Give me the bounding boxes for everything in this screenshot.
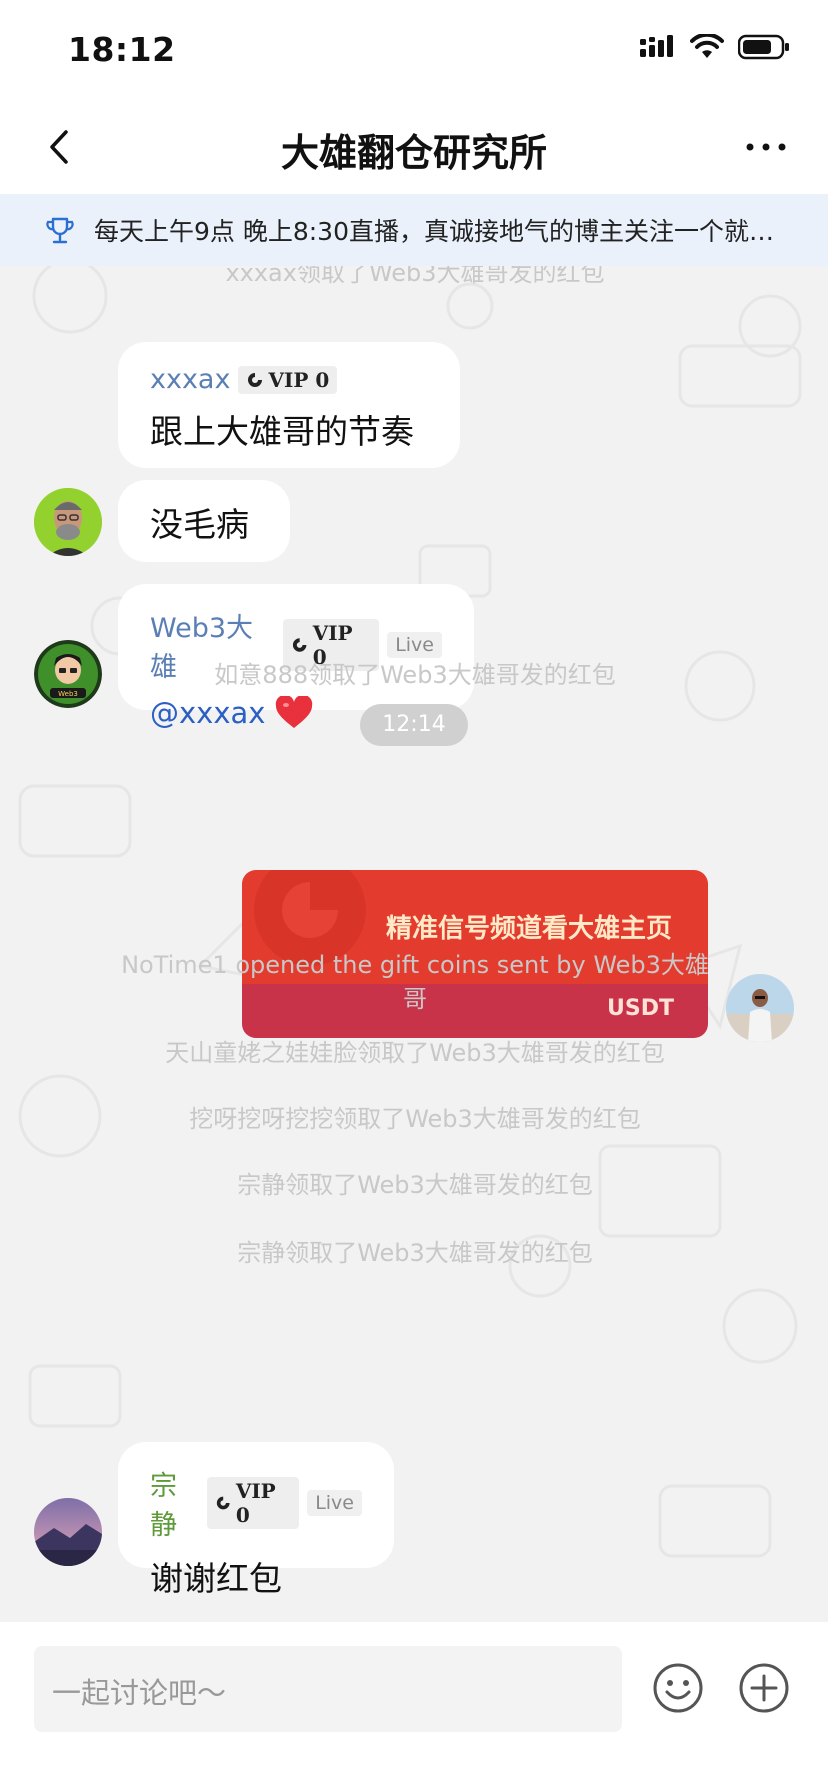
chat-area[interactable]: xxxax领取了Web3大雄哥发的红包 xxxax VIP 0 跟上大雄哥的节奏… xyxy=(0,266,828,1622)
avatar[interactable] xyxy=(34,1498,102,1566)
message-text: 没毛病 xyxy=(150,505,249,544)
vip-level: VIP 0 xyxy=(268,367,330,392)
message-bubble[interactable]: 没毛病 xyxy=(118,480,290,562)
vip-level: VIP 0 xyxy=(235,1479,276,1527)
signal-icon xyxy=(640,35,673,57)
emoji-icon[interactable] xyxy=(652,1662,704,1714)
system-message: NoTime1 opened the gift coins sent by We… xyxy=(121,951,709,1013)
heart-icon xyxy=(276,696,313,728)
input-placeholder: 一起讨论吧～ xyxy=(52,1676,227,1710)
live-badge[interactable]: Live xyxy=(307,1490,362,1516)
vip-logo-icon xyxy=(293,638,307,652)
status-bar: 18:12 xyxy=(0,0,828,100)
avatar-portrait-icon xyxy=(34,488,102,556)
avatar[interactable] xyxy=(34,488,102,556)
avatar-cartoon-icon: Web3 xyxy=(34,640,102,708)
sender-name[interactable]: xxxax xyxy=(150,364,230,395)
svg-text:Web3: Web3 xyxy=(58,690,78,698)
status-time: 18:12 xyxy=(68,30,176,69)
vip-logo-icon xyxy=(217,1496,230,1510)
announcement-bar[interactable]: 每天上午9点 晚上8:30直播，真诚接地气的博主关注一个就… xyxy=(0,194,828,266)
avatar-landscape-icon xyxy=(34,1498,102,1566)
sender-row: 宗静 VIP 0 Live xyxy=(150,1464,362,1542)
live-badge[interactable]: Live xyxy=(387,632,442,658)
red-packet-title: 精准信号频道看大雄主页 xyxy=(385,914,672,944)
mention-link[interactable]: @xxxax xyxy=(150,696,265,730)
system-message: 天山童姥之娃娃脸领取了Web3大雄哥发的红包 xyxy=(165,1039,665,1067)
system-message: 宗静领取了Web3大雄哥发的红包 xyxy=(237,1239,593,1267)
nav-bar: 大雄翻仓研究所 xyxy=(0,100,828,194)
message-bubble[interactable]: 宗静 VIP 0 Live 谢谢红包 xyxy=(118,1442,394,1598)
message-text: 谢谢红包 xyxy=(150,1559,282,1598)
sender-row: xxxax VIP 0 xyxy=(150,364,428,395)
system-message: 如意888领取了Web3大雄哥发的红包 xyxy=(214,661,616,689)
avatar-photo-icon xyxy=(726,974,794,1042)
vip-logo-icon xyxy=(248,372,263,387)
avatar[interactable]: Web3 xyxy=(34,640,102,708)
battery-icon xyxy=(738,34,789,60)
status-icons xyxy=(640,34,790,60)
system-message: 宗静领取了Web3大雄哥发的红包 xyxy=(237,1171,593,1199)
input-bar: 一起讨论吧～ xyxy=(0,1622,828,1792)
announcement-text: 每天上午9点 晚上8:30直播，真诚接地气的博主关注一个就… xyxy=(94,217,774,246)
message-bubble[interactable]: xxxax VIP 0 跟上大雄哥的节奏 xyxy=(118,342,460,468)
add-icon[interactable] xyxy=(738,1662,790,1714)
message-text: 跟上大雄哥的节奏 xyxy=(150,412,414,451)
vip-badge: VIP 0 xyxy=(207,1477,300,1529)
sender-name[interactable]: 宗静 xyxy=(150,1464,199,1542)
vip-badge: VIP 0 xyxy=(238,365,338,394)
system-message: 挖呀挖呀挖挖领取了Web3大雄哥发的红包 xyxy=(189,1105,641,1133)
message-input[interactable]: 一起讨论吧～ xyxy=(34,1646,622,1732)
wifi-icon xyxy=(690,34,724,58)
system-message: xxxax领取了Web3大雄哥发的红包 xyxy=(225,266,605,287)
page-title: 大雄翻仓研究所 xyxy=(280,131,547,175)
my-avatar[interactable] xyxy=(726,974,794,1042)
more-icon[interactable] xyxy=(742,124,790,170)
timestamp-pill: 12:14 xyxy=(360,704,468,746)
trophy-icon xyxy=(46,217,74,244)
